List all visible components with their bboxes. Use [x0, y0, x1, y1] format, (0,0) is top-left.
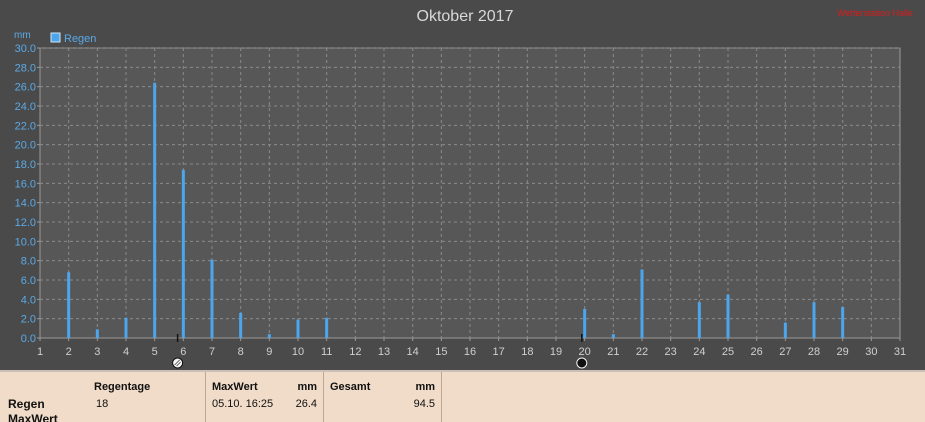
x-tick-label: 7 — [209, 346, 215, 358]
x-tick-label: 3 — [94, 346, 100, 358]
full-moon-icon — [172, 357, 184, 369]
summary-row-label-2: MaxWert — [8, 412, 58, 422]
x-tick-label: 20 — [579, 346, 591, 358]
legend-swatch — [50, 32, 61, 43]
new-moon-disc — [576, 357, 588, 369]
watermark-text: Wetterstation Halle — [837, 8, 913, 18]
maxwert-value: 26.4 — [295, 398, 317, 410]
y-tick-label: 8.0 — [21, 256, 36, 268]
rain-bar — [296, 319, 300, 338]
maxwert-unit: mm — [297, 381, 317, 393]
x-tick-label: 31 — [894, 346, 906, 358]
x-tick-label: 19 — [550, 346, 562, 358]
chart-canvas: 0.0 2.0 4.0 6.0 8.0 10.0 12.0 14.0 16.0 18.0 20.0 2… — [14, 8, 913, 369]
x-tick-label: 27 — [779, 346, 791, 358]
x-tick-label: 26 — [751, 346, 763, 358]
x-tick-label: 14 — [407, 346, 419, 358]
x-tick-label: 10 — [292, 346, 304, 358]
regentage-header: Regentage — [94, 381, 151, 393]
y-axis-unit: mm — [14, 30, 31, 41]
y-tick-label: 4.0 — [21, 294, 36, 306]
rain-bar — [783, 322, 787, 338]
y-tick-label: 22.0 — [15, 120, 36, 132]
x-tick-label: 21 — [607, 346, 619, 358]
x-tick-label: 18 — [521, 346, 533, 358]
y-axis-ticks: 0.0 2.0 4.0 6.0 8.0 10.0 12.0 14.0 16.0 18.0 20.0 2… — [15, 43, 40, 345]
y-tick-label: 16.0 — [15, 178, 36, 190]
y-tick-label: 14.0 — [15, 198, 36, 210]
x-tick-label: 8 — [238, 346, 244, 358]
rain-bar — [812, 302, 816, 338]
y-tick-label: 6.0 — [21, 275, 36, 287]
rain-bar — [181, 169, 185, 338]
x-tick-label: 2 — [66, 346, 72, 358]
y-tick-label: 2.0 — [21, 314, 36, 326]
y-tick-label: 10.0 — [15, 236, 36, 248]
x-tick-label: 28 — [808, 346, 820, 358]
rain-bar — [210, 259, 214, 338]
rain-bar — [239, 312, 243, 338]
x-tick-label: 25 — [722, 346, 734, 358]
y-tick-label: 24.0 — [15, 101, 36, 113]
gesamt-column: Gesamt mm 94.5 — [324, 372, 442, 422]
y-tick-label: 20.0 — [15, 140, 36, 152]
maxwert-date: 05.10. 16:25 — [212, 398, 274, 410]
x-tick-label: 30 — [865, 346, 877, 358]
regentage-column: Regentage 18 — [86, 372, 206, 422]
rain-bar — [611, 334, 615, 338]
rain-bar — [841, 307, 845, 338]
y-tick-label: 18.0 — [15, 159, 36, 171]
rain-bar — [325, 317, 329, 338]
x-tick-label: 23 — [665, 346, 677, 358]
x-tick-label: 11 — [321, 346, 332, 358]
x-tick-label: 17 — [493, 346, 505, 358]
full-moon-disc — [172, 357, 184, 369]
x-tick-label: 16 — [464, 346, 476, 358]
x-tick-label: 22 — [636, 346, 648, 358]
rain-bar — [583, 309, 587, 338]
summary-row-label: Regen — [8, 397, 45, 411]
x-tick-label: 13 — [378, 346, 390, 358]
rain-bar — [124, 317, 128, 338]
y-tick-label: 12.0 — [15, 217, 36, 229]
x-tick-label: 29 — [837, 346, 849, 358]
x-tick-label: 24 — [693, 346, 705, 358]
new-moon-icon — [576, 357, 588, 369]
y-tick-label: 28.0 — [15, 62, 36, 74]
x-tick-label: 12 — [349, 346, 361, 358]
rain-chart: 0.0 2.0 4.0 6.0 8.0 10.0 12.0 14.0 16.0 18.0 20.0 2… — [0, 0, 925, 370]
y-tick-label: 26.0 — [15, 82, 36, 94]
x-axis-ticks: 1 2 3 4 5 6 7 8 9 10 11 12 13 14 15 16 17 18 19 20 21 22 23 24 2… — [37, 338, 906, 358]
x-tick-label: 1 — [37, 346, 43, 358]
chart-title: Oktober 2017 — [417, 8, 514, 25]
legend-label: Regen — [64, 33, 96, 45]
rain-bar — [67, 272, 71, 338]
gesamt-unit: mm — [415, 381, 435, 393]
x-tick-label: 5 — [152, 346, 158, 358]
gesamt-value: 94.5 — [413, 398, 435, 410]
rain-bar — [267, 334, 271, 338]
summary-panel: Regen MaxWert Regentage 18 MaxWert mm 05… — [0, 370, 925, 422]
y-tick-label: 0.0 — [21, 333, 36, 345]
rain-bar — [726, 294, 730, 338]
rain-bar — [153, 82, 157, 338]
maxwert-column: MaxWert mm 05.10. 16:25 26.4 — [206, 372, 324, 422]
x-tick-label: 15 — [435, 346, 447, 358]
rain-bar — [697, 302, 701, 338]
rain-bar — [95, 329, 99, 338]
regentage-value: 18 — [96, 398, 109, 410]
x-tick-label: 9 — [266, 346, 272, 358]
x-tick-label: 4 — [123, 346, 129, 358]
gesamt-header: Gesamt — [330, 381, 371, 393]
maxwert-header: MaxWert — [212, 381, 258, 393]
y-tick-label: 30.0 — [15, 43, 36, 55]
x-tick-label: 6 — [180, 346, 186, 358]
rain-bar — [640, 269, 644, 338]
